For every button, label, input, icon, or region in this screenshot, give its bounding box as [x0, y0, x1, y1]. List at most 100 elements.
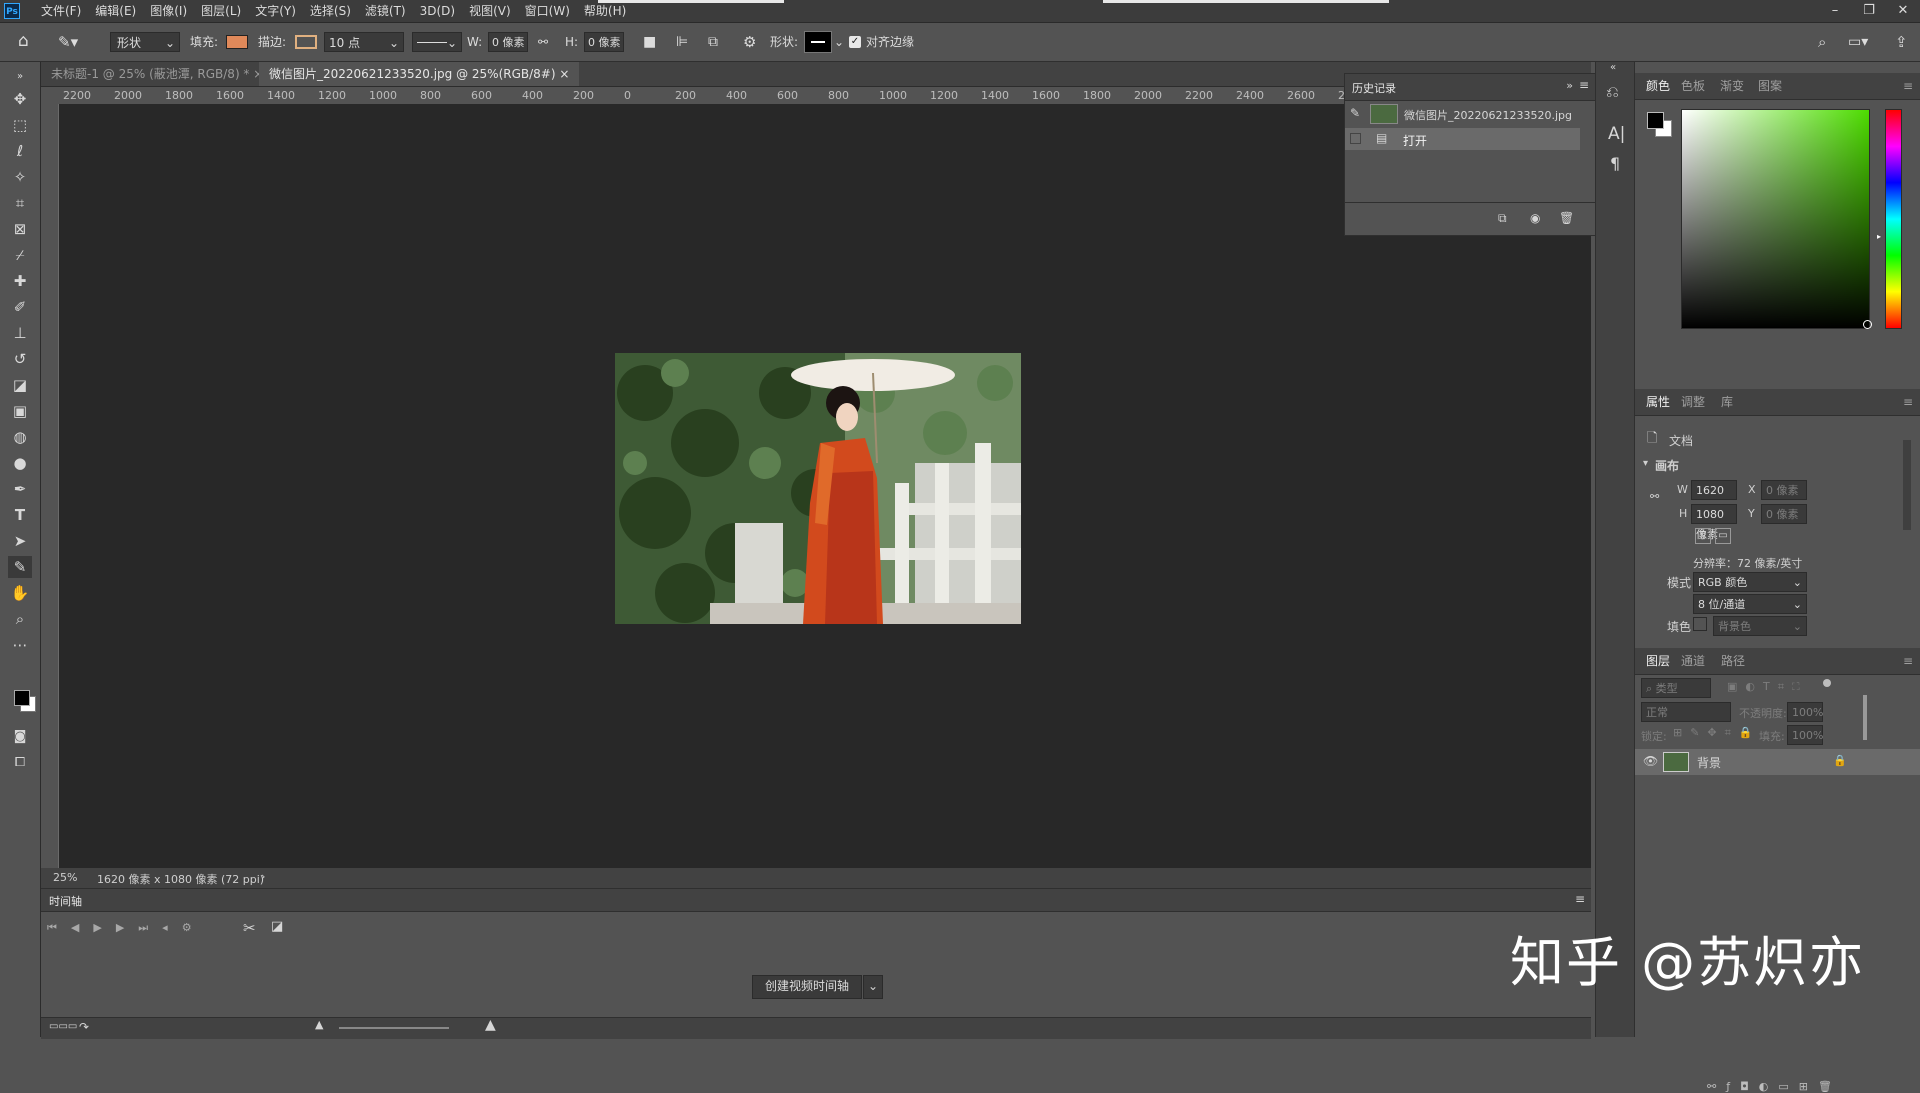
- lock-icons[interactable]: ⊞✎✥⌗🔒: [1673, 726, 1761, 740]
- search-icon[interactable]: ⌕: [1818, 32, 1826, 52]
- align-edges-checkbox[interactable]: ✓: [849, 36, 861, 48]
- stroke-swatch[interactable]: [295, 35, 317, 49]
- mode-select[interactable]: 形状 ⌄: [110, 32, 180, 52]
- tab-patterns[interactable]: 图案: [1758, 73, 1782, 99]
- frame-animation-icon[interactable]: ▭▭▭: [49, 1021, 77, 1032]
- tab-swatches[interactable]: 色板: [1681, 73, 1705, 99]
- menu-image[interactable]: 图像(I): [143, 0, 194, 22]
- path-alignment-icon[interactable]: ⊫: [676, 32, 688, 52]
- magic-wand-tool-icon[interactable]: ✧: [8, 166, 32, 188]
- menu-window[interactable]: 窗口(W): [518, 0, 577, 22]
- panel-menu-icon[interactable]: ≡: [1579, 78, 1589, 92]
- document-tab-active[interactable]: 微信图片_20220621233520.jpg @ 25%(RGB/8#) ×: [259, 62, 580, 86]
- trash-icon[interactable]: 🗑: [1559, 211, 1574, 225]
- brush-tool-icon[interactable]: ✐: [8, 296, 32, 318]
- chevron-down-icon[interactable]: ▾: [1643, 458, 1648, 469]
- create-video-timeline-button[interactable]: 创建视频时间轴: [752, 975, 862, 999]
- color-mode-select[interactable]: RGB 颜色 ⌄: [1693, 572, 1807, 592]
- lasso-tool-icon[interactable]: ℓ: [8, 140, 32, 162]
- eyedropper-tool-icon[interactable]: ⌿: [8, 244, 32, 266]
- gear-icon[interactable]: ⚙: [743, 32, 756, 52]
- move-tool-icon[interactable]: ✥: [8, 88, 32, 110]
- frame-tool-icon[interactable]: ⊠: [8, 218, 32, 240]
- foreground-color-swatch[interactable]: [14, 690, 30, 706]
- fill-swatch[interactable]: [226, 35, 248, 49]
- foreground-color-swatch[interactable]: [1647, 112, 1664, 129]
- camera-icon[interactable]: ◉: [1530, 211, 1540, 225]
- layer-row[interactable]: 👁 背景 🔒: [1635, 749, 1920, 775]
- layer-filter-icons[interactable]: ▣◐T⌗⛶: [1727, 680, 1808, 694]
- panel-resize-handle[interactable]: [1863, 695, 1867, 740]
- shape-picker[interactable]: [804, 31, 832, 53]
- fill-color-swatch[interactable]: [1693, 617, 1707, 631]
- minimize-button[interactable]: –: [1818, 0, 1852, 22]
- bit-depth-select[interactable]: 8 位/通道 ⌄: [1693, 594, 1807, 614]
- height-field[interactable]: 0 像素: [584, 32, 624, 52]
- collapse-icon[interactable]: «: [1610, 62, 1616, 73]
- hue-slider-handle[interactable]: ▸: [1877, 232, 1881, 241]
- menu-3d[interactable]: 3D(D): [413, 0, 462, 22]
- canvas-x-field[interactable]: 0 像素: [1761, 480, 1807, 500]
- new-document-icon[interactable]: ⧉: [1498, 211, 1507, 226]
- stroke-size-field[interactable]: 10 点 ⌄: [324, 32, 404, 52]
- zoom-level[interactable]: 25%: [53, 871, 77, 884]
- timeline-title[interactable]: 时间轴: [49, 893, 82, 909]
- tab-properties[interactable]: 属性: [1646, 389, 1670, 415]
- hue-slider[interactable]: [1885, 109, 1902, 329]
- panel-menu-icon[interactable]: ≡: [1575, 892, 1585, 906]
- history-brush-icon[interactable]: ↺: [8, 348, 32, 370]
- gradient-tool-icon[interactable]: ▣: [8, 400, 32, 422]
- layer-name[interactable]: 背景: [1697, 754, 1721, 771]
- convert-icon[interactable]: ↷: [79, 1020, 89, 1034]
- healing-brush-icon[interactable]: ✚: [8, 270, 32, 292]
- link-icon[interactable]: ⚯: [538, 32, 548, 52]
- scissors-icon[interactable]: ✂: [243, 919, 256, 937]
- canvas-width-field[interactable]: 1620 像素: [1691, 480, 1737, 517]
- panel-menu-icon[interactable]: ≡: [1903, 73, 1913, 99]
- layer-footer-icons[interactable]: ⚯ƒ◘◐▭⊞🗑: [1707, 1080, 1842, 1093]
- menu-layer[interactable]: 图层(L): [194, 0, 248, 22]
- path-operations-icon[interactable]: ■: [643, 32, 656, 52]
- layer-filter-select[interactable]: ⌕ 类型: [1641, 678, 1711, 698]
- pen-tool-icon[interactable]: ✒: [8, 478, 32, 500]
- workspace-icon[interactable]: ▭▾: [1848, 32, 1868, 52]
- canvas-fill-select[interactable]: 背景色 ⌄: [1713, 616, 1807, 636]
- stamp-tool-icon[interactable]: ⊥: [8, 322, 32, 344]
- screen-mode-icon[interactable]: ⧠: [8, 752, 32, 774]
- pen-tool-icon[interactable]: ✎▾: [58, 32, 78, 52]
- canvas-section-title[interactable]: 画布: [1655, 457, 1679, 474]
- tab-paths[interactable]: 路径: [1721, 648, 1745, 674]
- color-field[interactable]: [1681, 109, 1872, 329]
- step-source-box[interactable]: [1350, 133, 1361, 144]
- marquee-tool-icon[interactable]: ⬚: [8, 114, 32, 136]
- blend-mode-select[interactable]: 正常: [1641, 702, 1731, 722]
- document-image[interactable]: [615, 353, 1021, 624]
- chevron-down-icon[interactable]: ⌄: [863, 975, 883, 999]
- tab-gradients[interactable]: 渐变: [1720, 73, 1744, 99]
- zoom-slider[interactable]: [339, 1027, 449, 1029]
- close-button[interactable]: ✕: [1886, 0, 1920, 22]
- menu-help[interactable]: 帮助(H): [577, 0, 633, 22]
- chevron-down-icon[interactable]: ⌄: [834, 32, 844, 52]
- canvas-y-field[interactable]: 0 像素: [1761, 504, 1807, 524]
- path-selection-icon[interactable]: ➤: [8, 530, 32, 552]
- panel-menu-icon[interactable]: ≡: [1903, 648, 1913, 674]
- menu-file[interactable]: 文件(F): [34, 0, 88, 22]
- playback-controls[interactable]: ⏮◀▶▶⏭◂⚙: [47, 921, 206, 935]
- close-icon[interactable]: ×: [559, 67, 569, 81]
- path-arrangement-icon[interactable]: ⧉: [708, 32, 718, 52]
- chevron-right-icon[interactable]: ›: [261, 870, 265, 883]
- home-icon[interactable]: ⌂: [18, 31, 29, 51]
- quick-mask-icon[interactable]: ◙: [8, 726, 32, 748]
- dodge-tool-icon[interactable]: ●: [8, 452, 32, 474]
- opacity-field[interactable]: 100%: [1787, 702, 1823, 722]
- collapse-icon[interactable]: »: [8, 66, 32, 88]
- document-tab[interactable]: 未标题-1 @ 25% (蔽池潭, RGB/8) * ×: [41, 62, 273, 86]
- eraser-tool-icon[interactable]: ◪: [8, 374, 32, 396]
- zoom-in-icon[interactable]: ▲: [485, 1017, 496, 1033]
- history-step[interactable]: ▤ 打开: [1345, 128, 1580, 150]
- menu-view[interactable]: 视图(V): [462, 0, 518, 22]
- scrollbar[interactable]: [1903, 440, 1911, 530]
- menu-type[interactable]: 文字(Y): [248, 0, 303, 22]
- menu-select[interactable]: 选择(S): [303, 0, 358, 22]
